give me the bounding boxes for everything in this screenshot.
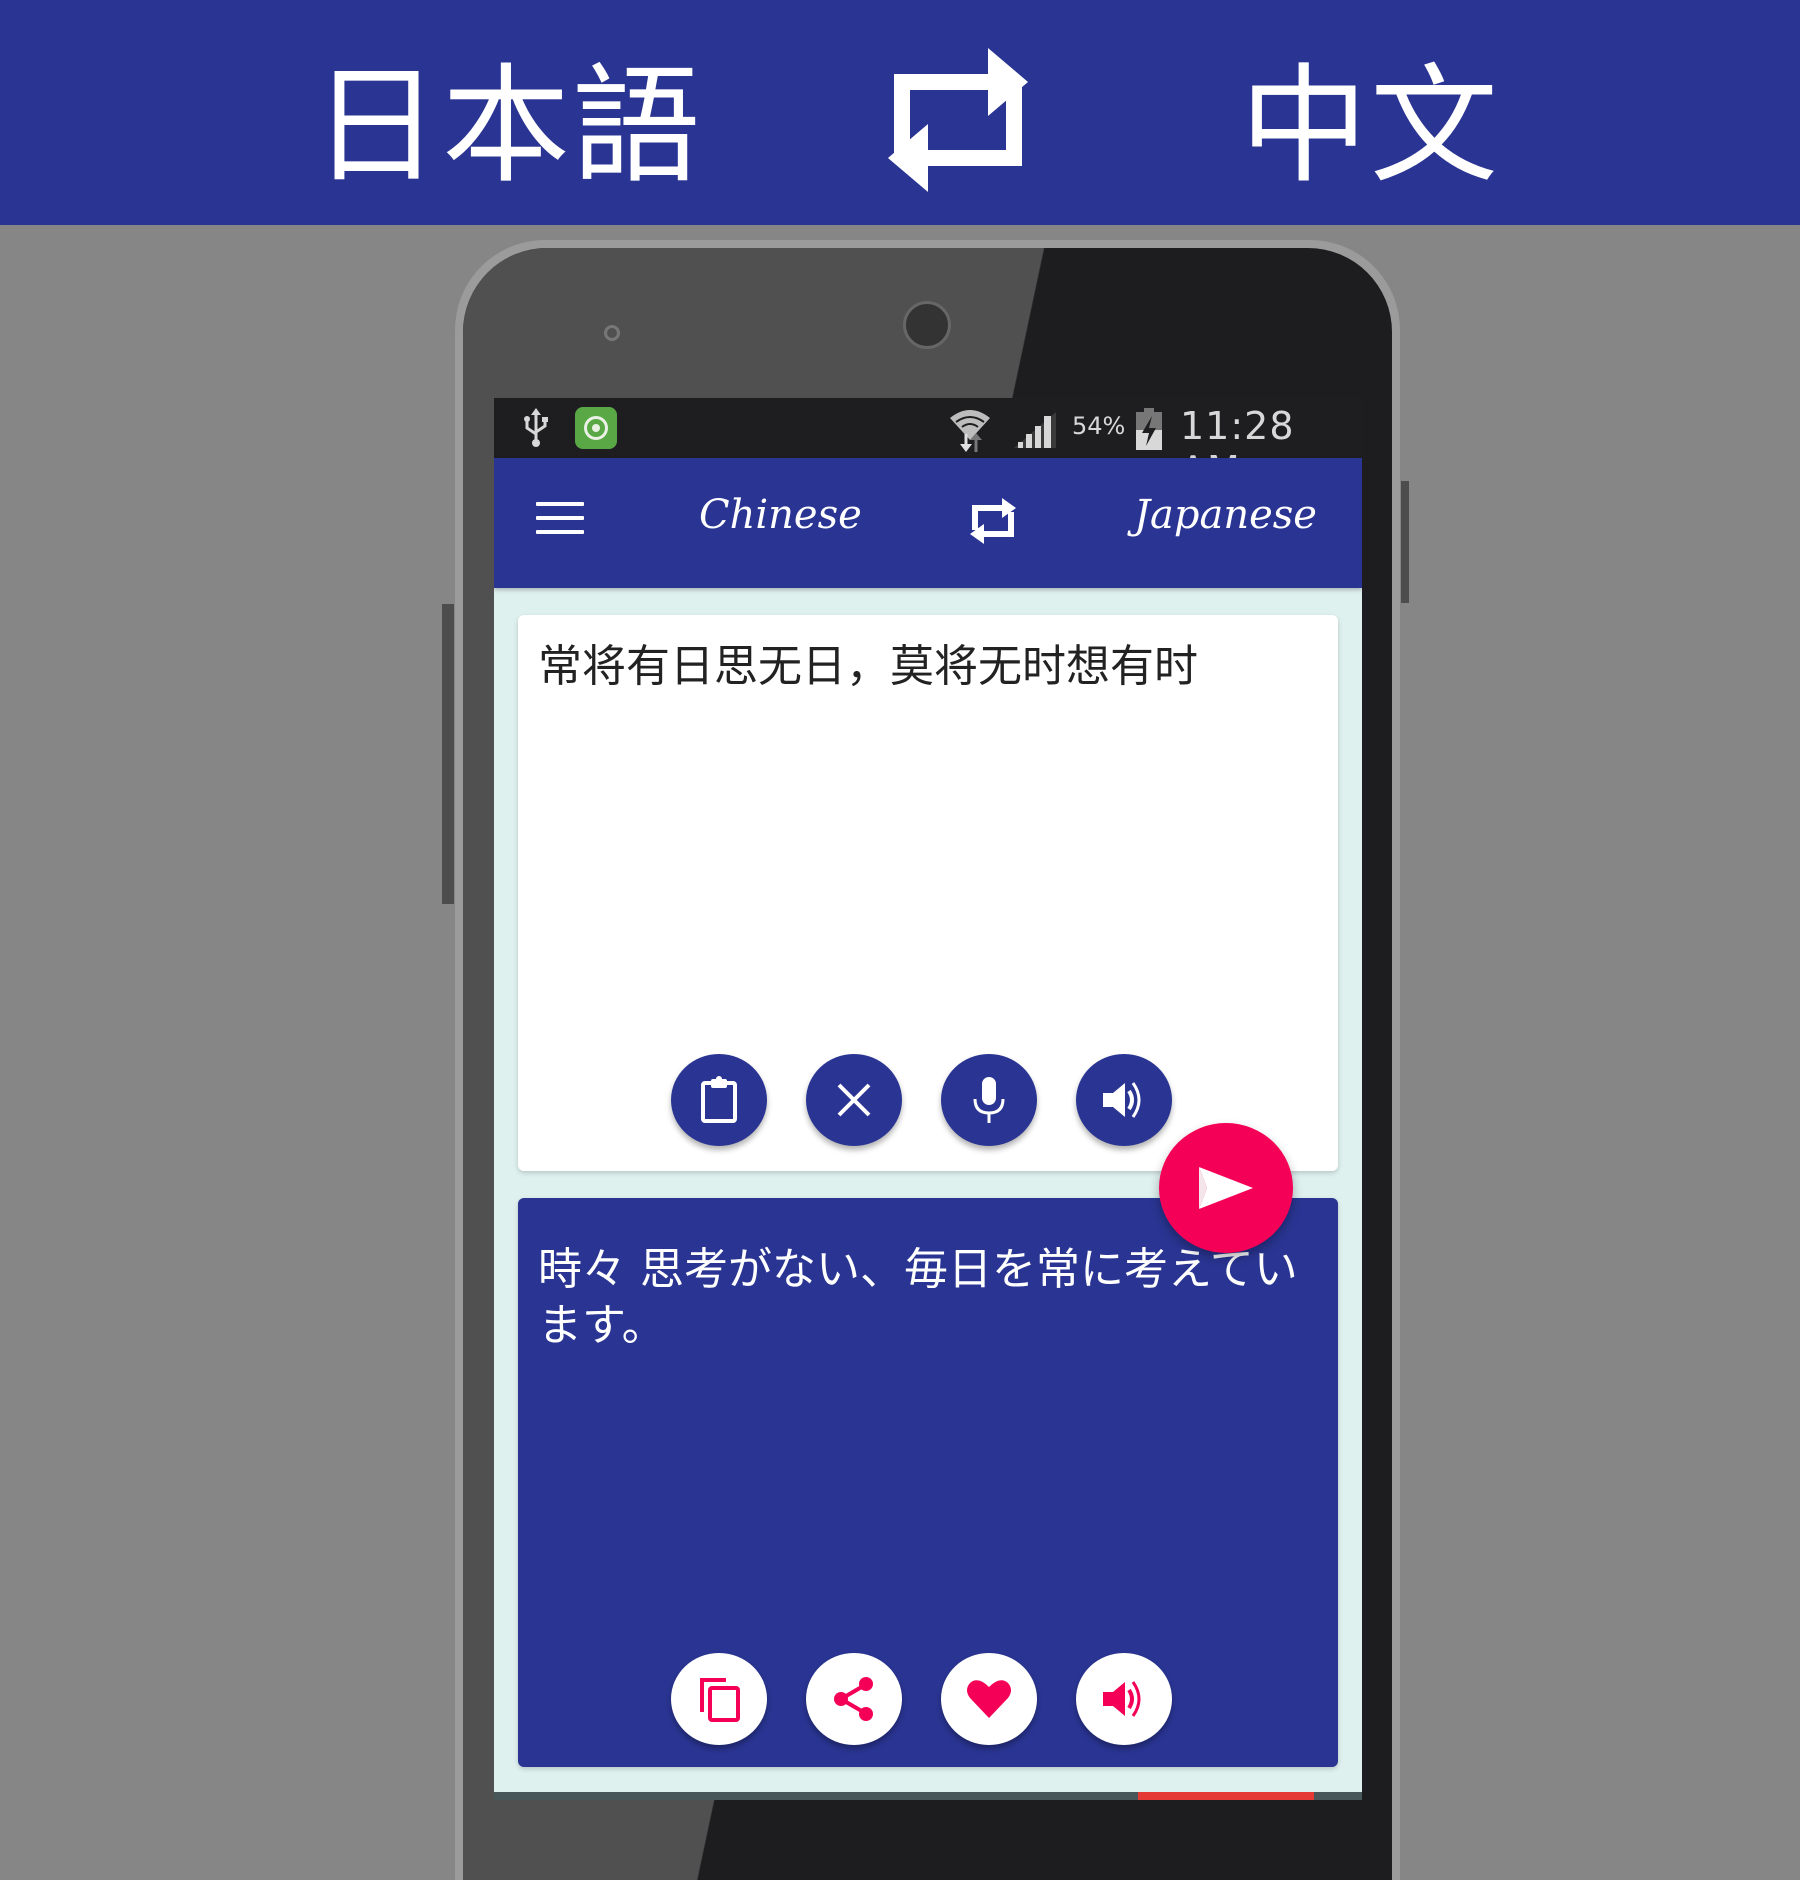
app-bar: Chinese Japanese [494, 458, 1362, 588]
speaker-icon [1103, 1082, 1141, 1118]
swap-languages-button[interactable] [970, 496, 1016, 546]
battery-charging-icon [1136, 408, 1162, 450]
clear-button[interactable] [806, 1054, 902, 1146]
phone-power-button [1401, 481, 1409, 603]
close-icon [837, 1083, 871, 1117]
ad-banner-strip [494, 1792, 1362, 1800]
microphone-icon [973, 1077, 1005, 1123]
translate-button[interactable] [1159, 1123, 1293, 1253]
promo-banner: 日本語 中文 [0, 0, 1800, 225]
signal-icon [1014, 412, 1056, 448]
output-card: 時々 思考がない、毎日を常に考えています。 [518, 1198, 1338, 1767]
copy-icon [700, 1678, 740, 1722]
source-text-input[interactable]: 常将有日思无日，莫将无时想有时 [538, 639, 1308, 695]
usb-icon [524, 408, 548, 447]
app-notification-icon [575, 407, 617, 449]
source-language-selector[interactable]: Chinese [699, 492, 862, 538]
front-camera [903, 301, 951, 349]
hamburger-menu-icon[interactable] [536, 502, 584, 538]
banner-source-language: 日本語 [312, 52, 703, 201]
share-icon [834, 1677, 873, 1721]
battery-percent: 54% [1072, 412, 1126, 440]
share-button[interactable] [806, 1653, 902, 1745]
copy-button[interactable] [671, 1653, 767, 1745]
banner-target-language: 中文 [1240, 52, 1501, 201]
phone-volume-button [442, 604, 454, 904]
phone-screen: 54% 11:28 AM Chinese Japanese 常将有日思无日，莫将… [494, 398, 1362, 1800]
swap-arrows-icon [888, 48, 1028, 192]
speak-translation-button[interactable] [1076, 1653, 1172, 1745]
target-language-selector[interactable]: Japanese [1134, 492, 1317, 538]
proximity-sensor [604, 325, 620, 341]
input-card: 常将有日思无日，莫将无时想有时 [518, 615, 1338, 1171]
clipboard-icon [701, 1076, 737, 1123]
translated-text: 時々 思考がない、毎日を常に考えています。 [538, 1244, 1298, 1351]
status-bar: 54% 11:28 AM [494, 398, 1362, 492]
ad-banner-accent [1138, 1792, 1314, 1800]
heart-icon [967, 1680, 1011, 1718]
favorite-button[interactable] [941, 1653, 1037, 1745]
send-icon [1199, 1167, 1253, 1209]
voice-input-button[interactable] [941, 1054, 1037, 1146]
paste-button[interactable] [671, 1054, 767, 1146]
speaker-icon [1103, 1681, 1141, 1717]
speak-source-button[interactable] [1076, 1054, 1172, 1146]
wifi-icon [950, 410, 990, 452]
